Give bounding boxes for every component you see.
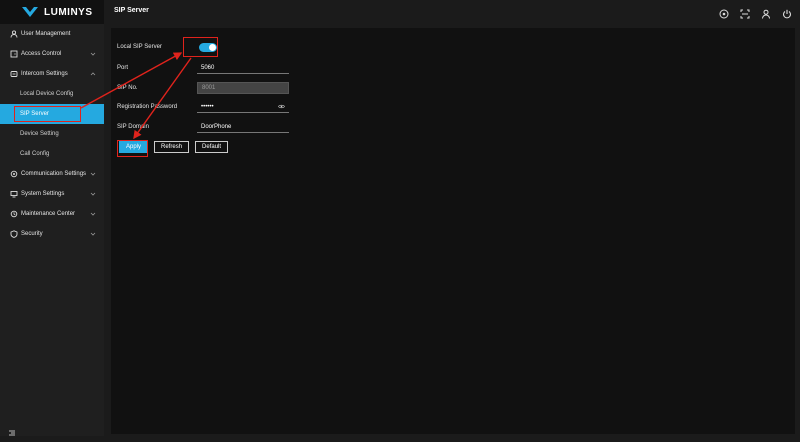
local-sip-server-row: Local SIP Server: [117, 40, 417, 54]
shield-icon: [10, 230, 18, 238]
sidebar-item-label: User Management: [21, 31, 71, 37]
chevron-down-icon: [90, 191, 96, 197]
user-icon: [10, 30, 18, 38]
default-button[interactable]: Default: [195, 141, 229, 153]
chevron-up-icon: [90, 71, 96, 77]
user-icon[interactable]: [761, 6, 771, 19]
sidebar-item-security[interactable]: Security: [0, 224, 104, 244]
fullscreen-icon[interactable]: [740, 6, 750, 19]
chevron-down-icon: [90, 51, 96, 57]
sidebar: User Management Access Control Intercom …: [0, 24, 104, 436]
sidebar-item-access-control[interactable]: Access Control: [0, 44, 104, 64]
sidebar-item-label: Security: [21, 231, 43, 237]
help-icon[interactable]: [719, 6, 729, 19]
brand-logo: LUMINYS: [0, 0, 104, 24]
chevron-down-icon: [90, 231, 96, 237]
power-icon[interactable]: [782, 6, 792, 19]
sidebar-subitem-label: Device Setting: [20, 131, 59, 137]
sip-no-label: SIP No.: [117, 85, 138, 91]
system-icon: [10, 190, 18, 198]
password-value: ••••••: [201, 103, 214, 110]
sidebar-item-intercom-settings[interactable]: Intercom Settings: [0, 64, 104, 84]
sidebar-item-label: Communication Settings: [21, 171, 87, 177]
maintenance-icon: [10, 210, 18, 218]
port-input[interactable]: 5060: [197, 62, 289, 74]
door-icon: [10, 50, 18, 58]
refresh-button[interactable]: Refresh: [154, 141, 190, 153]
top-bar: LUMINYS SIP Server: [0, 0, 800, 24]
sidebar-item-label: Maintenance Center: [21, 211, 76, 217]
network-icon: [10, 170, 18, 178]
page-title: SIP Server: [114, 7, 149, 14]
sidebar-item-user-management[interactable]: User Management: [0, 24, 104, 44]
highlight-box-sip-server: [14, 106, 81, 122]
registration-password-label: Registration Password: [117, 104, 178, 110]
brand-mark-icon: [22, 7, 38, 17]
sidebar-subitem-device-setting[interactable]: Device Setting: [0, 124, 104, 144]
main-panel: Local SIP Server Port 5060 SIP No. 8001 …: [111, 28, 795, 434]
sip-no-input: 8001: [197, 82, 289, 94]
sip-domain-label: SIP Domain: [117, 124, 149, 130]
sidebar-item-label: Access Control: [21, 51, 62, 57]
header-actions: [719, 6, 792, 19]
sip-domain-row: SIP Domain DoorPhone: [117, 120, 417, 134]
sidebar-item-label: System Settings: [21, 191, 65, 197]
sidebar-collapse-icon[interactable]: [8, 424, 16, 436]
sip-domain-input[interactable]: DoorPhone: [197, 121, 289, 133]
chevron-down-icon: [90, 171, 96, 177]
sidebar-subitem-label: Call Config: [20, 151, 50, 157]
sidebar-subitem-call-config[interactable]: Call Config: [0, 144, 104, 164]
registration-password-row: Registration Password ••••••: [117, 100, 417, 114]
registration-password-input[interactable]: ••••••: [197, 101, 289, 113]
sidebar-subitem-label: Local Device Config: [20, 91, 74, 97]
sidebar-item-communication-settings[interactable]: Communication Settings: [0, 164, 104, 184]
highlight-box-apply: [117, 140, 148, 157]
sidebar-subitem-local-device-config[interactable]: Local Device Config: [0, 84, 104, 104]
intercom-icon: [10, 70, 18, 78]
port-label: Port: [117, 65, 129, 71]
highlight-box-toggle: [183, 37, 218, 57]
sidebar-item-label: Intercom Settings: [21, 71, 68, 77]
sip-no-row: SIP No. 8001: [117, 81, 417, 95]
port-row: Port 5060: [117, 61, 417, 75]
sidebar-item-system-settings[interactable]: System Settings: [0, 184, 104, 204]
sidebar-item-maintenance-center[interactable]: Maintenance Center: [0, 204, 104, 224]
eye-icon[interactable]: [278, 104, 285, 109]
chevron-down-icon: [90, 211, 96, 217]
brand-name: LUMINYS: [44, 6, 93, 18]
